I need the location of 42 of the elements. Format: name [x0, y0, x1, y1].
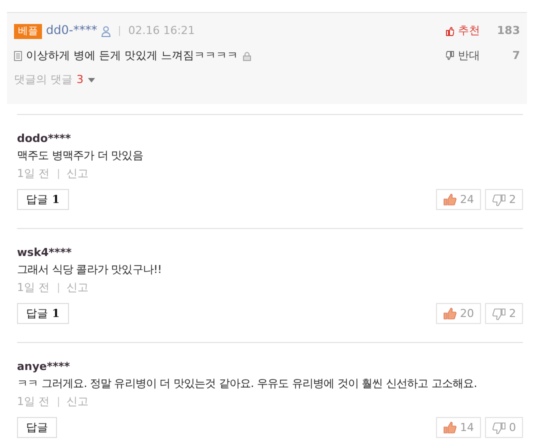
- reply-button[interactable]: 답글 1: [17, 188, 69, 210]
- comment-time: 1일 전: [17, 394, 50, 409]
- comment-text: 이상하게 병에 든게 맛있게 느껴짐ㅋㅋㅋㅋ: [26, 48, 238, 63]
- thumbs-down-icon: [492, 192, 506, 206]
- thumbs-up-icon: [443, 192, 457, 206]
- username[interactable]: anye****: [17, 360, 70, 374]
- person-icon: [101, 26, 112, 37]
- comment-time: 1일 전: [17, 166, 50, 181]
- like-button[interactable]: 14: [436, 416, 481, 438]
- thumbs-down-icon: [492, 306, 506, 320]
- like-button[interactable]: 24: [436, 188, 481, 210]
- dislike-button[interactable]: 2: [485, 302, 523, 324]
- memo-icon: [14, 50, 22, 61]
- best-badge: 베플: [14, 24, 42, 39]
- comment-text: ㅋㅋ 그러게요. 정말 유리병이 더 맛있는것 같아요. 우유도 유리병에 것이 훨씬 신선하고 고소해요.: [17, 377, 478, 392]
- report-link[interactable]: 신고: [66, 166, 88, 181]
- comment-time: 1일 전: [17, 280, 50, 295]
- comment-text: 맥주도 병맥주가 더 맛있음: [17, 149, 144, 164]
- username[interactable]: wsk4****: [17, 246, 72, 260]
- dislike-button[interactable]: 2: [485, 188, 523, 210]
- thumbs-up-icon: [443, 420, 457, 434]
- dislike-button[interactable]: 0: [485, 416, 523, 438]
- thumbs-up-icon: [446, 26, 454, 36]
- reply-button[interactable]: 답글 1: [17, 302, 69, 324]
- comment-text: 그래서 식당 콜라가 맛있구나!!: [17, 263, 163, 278]
- replies-toggle[interactable]: 댓글의 댓글 3: [14, 72, 94, 88]
- recommend-count: 183: [496, 24, 520, 38]
- caret-down-icon: [88, 78, 94, 83]
- thumbs-down-icon: [446, 51, 454, 60]
- thumbs-up-icon: [443, 306, 457, 320]
- username[interactable]: dd0-****: [46, 23, 98, 40]
- oppose-count: 7: [511, 48, 520, 63]
- username[interactable]: dodo****: [17, 132, 71, 146]
- report-link[interactable]: 신고: [66, 280, 88, 295]
- reply-button[interactable]: 답글: [17, 416, 57, 438]
- recommend-button[interactable]: 추천: [446, 23, 480, 40]
- like-button[interactable]: 20: [436, 302, 481, 324]
- lock-icon: [242, 50, 252, 61]
- oppose-button[interactable]: 반대: [446, 48, 480, 64]
- report-link[interactable]: 신고: [66, 394, 88, 409]
- comment-date: 02.16 16:21: [128, 24, 195, 38]
- thumbs-down-icon: [492, 420, 506, 434]
